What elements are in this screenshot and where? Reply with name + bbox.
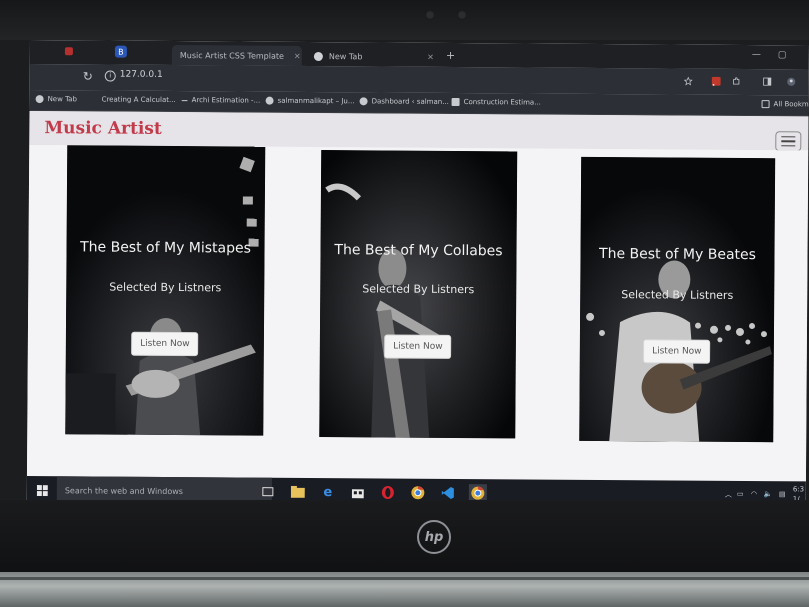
bookmark-salmanmalikapt[interactable]: salmanmalikapt – Ju... bbox=[265, 96, 355, 105]
new-tab-button[interactable]: + bbox=[446, 49, 455, 62]
edge-icon[interactable]: e bbox=[319, 483, 337, 501]
all-bookmarks[interactable]: All Bookmarks bbox=[761, 100, 809, 109]
tab-title: New Tab bbox=[328, 51, 363, 61]
minimize-button[interactable]: — bbox=[752, 50, 761, 60]
rss-extension-icon[interactable] bbox=[711, 76, 721, 86]
tray-battery-icon[interactable]: ▭ bbox=[737, 490, 744, 498]
card-subtitle: Selected By Listners bbox=[109, 280, 222, 295]
screen: B Music Artist CSS Template ✕ New Tab ✕ … bbox=[26, 40, 809, 510]
clock-time: 6:3 bbox=[792, 485, 805, 494]
listen-now-button[interactable]: Listen Now bbox=[384, 334, 452, 359]
tray-volume-icon[interactable]: 🔈 bbox=[764, 490, 773, 498]
tab-music-artist[interactable]: Music Artist CSS Template ✕ bbox=[171, 44, 302, 66]
page-icon bbox=[181, 99, 188, 101]
wordpress-icon bbox=[359, 97, 368, 106]
hamburger-line bbox=[781, 140, 796, 143]
address-bar[interactable]: 127.0.0.1 bbox=[120, 70, 163, 80]
laptop-bezel-bottom: hp bbox=[0, 500, 809, 575]
star-icon[interactable] bbox=[683, 76, 693, 86]
chrome-icon bbox=[35, 95, 44, 104]
close-tab-icon[interactable]: ✕ bbox=[284, 51, 301, 60]
hamburger-line bbox=[781, 135, 796, 138]
sensor-icon bbox=[457, 10, 467, 20]
site-title[interactable]: Music Artist bbox=[44, 118, 161, 139]
opera-icon[interactable] bbox=[379, 483, 397, 501]
page-icon bbox=[451, 97, 460, 107]
reload-icon[interactable]: ↻ bbox=[83, 69, 93, 83]
bookmark-new-tab[interactable]: New Tab bbox=[35, 95, 77, 104]
profile-icon[interactable]: B bbox=[114, 45, 127, 58]
hamburger-line bbox=[781, 144, 796, 147]
hp-logo: hp bbox=[417, 520, 451, 554]
tray-wifi-icon[interactable]: ◠ bbox=[751, 490, 757, 498]
album-card: The Best of My Collabes Selected By List… bbox=[319, 150, 518, 439]
album-card: The Best of My Mistapes Selected By List… bbox=[65, 145, 266, 436]
bookmark-construction[interactable]: Construction Estima... bbox=[451, 97, 541, 107]
store-icon[interactable] bbox=[349, 483, 367, 501]
tray-up-arrow-icon[interactable]: ︿ bbox=[725, 490, 732, 500]
bookmark-dashboard[interactable]: Dashboard ‹ salman... bbox=[359, 97, 449, 106]
card-title: The Best of My Mistapes bbox=[80, 239, 252, 257]
close-tab-icon[interactable]: ✕ bbox=[417, 52, 434, 61]
maximize-button[interactable]: ▢ bbox=[778, 50, 787, 60]
menu-toggle-button[interactable] bbox=[775, 131, 802, 152]
card-subtitle: Selected By Listners bbox=[621, 288, 734, 302]
card-title: The Best of My Collabes bbox=[334, 242, 503, 260]
browser-app-icon[interactable] bbox=[64, 47, 73, 56]
card-subtitle: Selected By Listners bbox=[362, 282, 475, 297]
webcam-icon bbox=[425, 10, 435, 20]
chrome-icon bbox=[313, 51, 323, 61]
side-panel-icon[interactable] bbox=[763, 77, 772, 86]
listen-now-button[interactable]: Listen Now bbox=[643, 339, 711, 364]
site-header: Music Artist bbox=[29, 110, 809, 152]
laptop-hinge-groove bbox=[0, 577, 809, 580]
listen-now-button[interactable]: Listen Now bbox=[131, 331, 199, 357]
tab-title: Music Artist CSS Template bbox=[179, 50, 284, 61]
tab-new-tab[interactable]: New Tab ✕ bbox=[306, 46, 442, 67]
file-explorer-icon[interactable] bbox=[289, 483, 307, 501]
windows-logo-icon bbox=[36, 484, 48, 496]
tray-notifications-icon[interactable]: ▤ bbox=[779, 490, 786, 498]
bookmark-archi-estimation[interactable]: Archi Estimation -... bbox=[181, 96, 260, 105]
site-info-icon[interactable]: i bbox=[104, 70, 116, 82]
profile-avatar-icon[interactable] bbox=[787, 77, 796, 86]
bookmark-calculator[interactable]: Creating A Calculat... bbox=[102, 96, 176, 105]
folder-icon bbox=[761, 100, 770, 109]
extensions-puzzle-icon[interactable] bbox=[732, 77, 741, 86]
card-title: The Best of My Beates bbox=[599, 245, 757, 264]
album-card: The Best of My Beates Selected By Listne… bbox=[579, 156, 776, 443]
wordpress-icon bbox=[265, 96, 274, 105]
laptop-bezel-top bbox=[0, 0, 809, 40]
task-view-icon[interactable] bbox=[259, 483, 277, 501]
